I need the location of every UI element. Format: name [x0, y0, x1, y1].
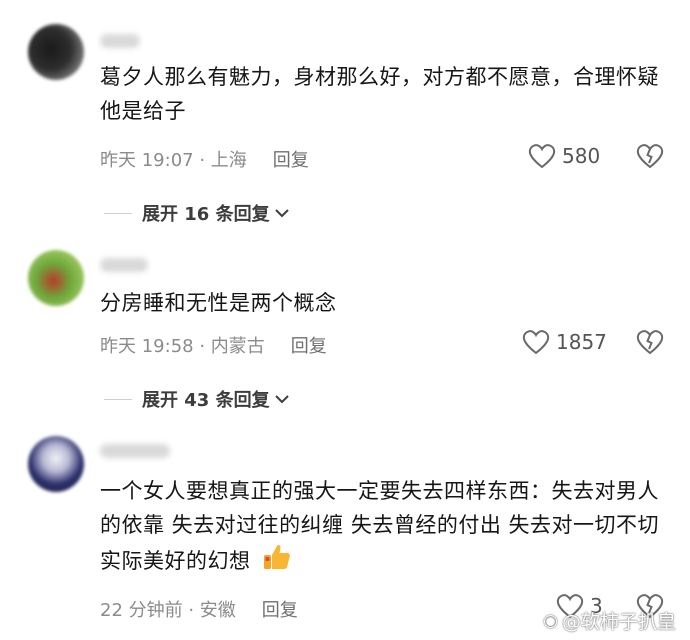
- watermark-text: @软柿子扒皇: [561, 611, 676, 633]
- expand-replies-label: 展开 16 条回复: [142, 204, 270, 225]
- like-count: 580: [562, 144, 601, 168]
- expand-replies-label: 展开 43 条回复: [142, 390, 270, 411]
- username-blurred[interactable]: [100, 444, 170, 458]
- comment-text: 分房睡和无性是两个概念: [100, 291, 337, 315]
- broken-heart-icon: [636, 330, 664, 355]
- heart-outline-icon: [522, 330, 550, 355]
- comment-text: 一个女人要想真正的强大一定要失去四样东西：失去对男人的依靠 失去对过往的纠缠 失…: [100, 474, 670, 582]
- divider-line: [104, 398, 132, 400]
- like-count: 1857: [556, 330, 607, 354]
- divider-line: [104, 212, 132, 214]
- comment-meta: 昨天 19:58 · 内蒙古 回复: [100, 332, 327, 358]
- expand-replies-button[interactable]: 展开 16 条回复: [104, 200, 290, 226]
- comment-text-content: 一个女人要想真正的强大一定要失去四样东西：失去对男人的依靠 失去对过往的纠缠 失…: [100, 479, 660, 573]
- comment-item: 葛夕人那么有魅力，身材那么好，对方都不愿意，合理怀疑他是给子 昨天 19:07 …: [0, 0, 690, 236]
- like-button[interactable]: 1857: [522, 329, 607, 355]
- username-blurred[interactable]: [100, 34, 140, 48]
- username-blurred[interactable]: [100, 258, 148, 272]
- dislike-button[interactable]: [636, 143, 664, 173]
- comment-meta: 昨天 19:07 · 上海 回复: [100, 146, 309, 172]
- thumbs-up-icon: [263, 544, 290, 569]
- avatar[interactable]: [28, 436, 84, 492]
- heart-outline-icon: [528, 144, 556, 169]
- expand-replies-button[interactable]: 展开 43 条回复: [104, 386, 290, 412]
- watermark: ◉ @软柿子扒皇: [543, 607, 676, 634]
- chevron-down-icon: [274, 395, 289, 404]
- comment-item: 分房睡和无性是两个概念 昨天 19:58 · 内蒙古 回复 1857 展开 43 …: [0, 236, 690, 426]
- comment-time-location: 昨天 19:07 · 上海: [100, 150, 247, 171]
- comment-time-location: 昨天 19:58 · 内蒙古: [100, 336, 265, 357]
- comment-meta: 22 分钟前 · 安徽 回复: [100, 596, 298, 622]
- chevron-down-icon: [274, 209, 289, 218]
- reply-button[interactable]: 回复: [273, 150, 309, 171]
- like-button[interactable]: 580: [528, 143, 600, 169]
- reply-button[interactable]: 回复: [291, 336, 327, 357]
- avatar[interactable]: [28, 24, 84, 80]
- comment-time-location: 22 分钟前 · 安徽: [100, 600, 236, 621]
- avatar[interactable]: [28, 250, 84, 306]
- comment-text: 葛夕人那么有魅力，身材那么好，对方都不愿意，合理怀疑他是给子: [100, 65, 659, 123]
- reply-button[interactable]: 回复: [262, 600, 298, 621]
- thumbs-up-emoji: [262, 542, 292, 582]
- weibo-logo-icon: ◉: [543, 610, 558, 631]
- broken-heart-icon: [636, 144, 664, 169]
- dislike-button[interactable]: [636, 329, 664, 359]
